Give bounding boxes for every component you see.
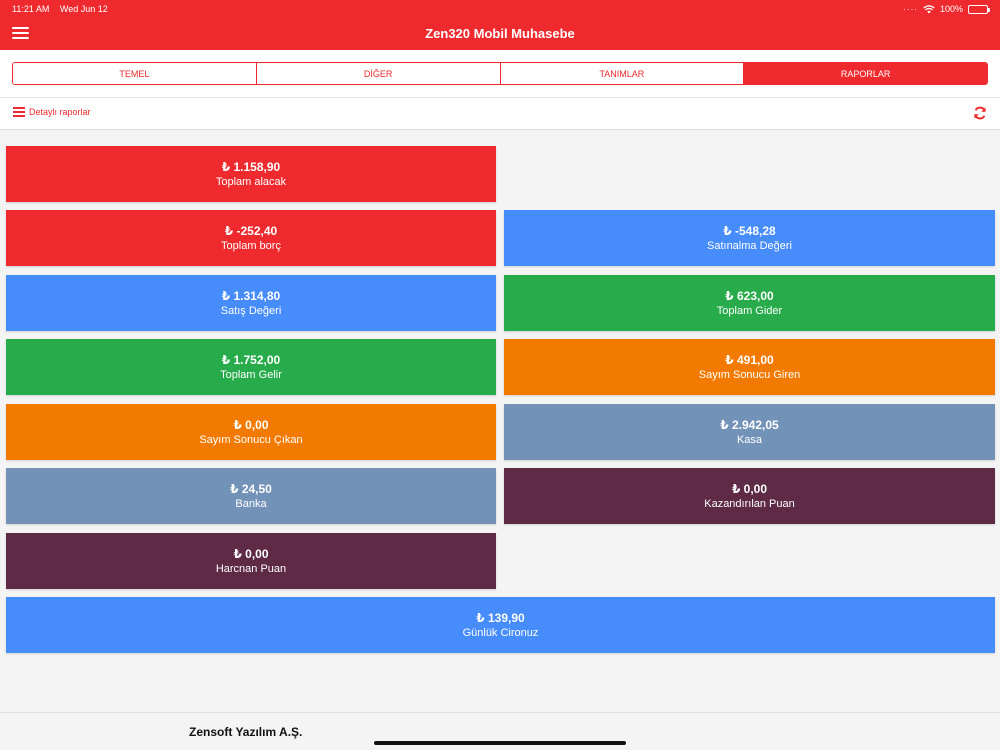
report-card-satinalma-degeri[interactable]: ₺ -548,28 Satınalma Değeri [504,210,995,266]
report-card-toplam-gider[interactable]: ₺ 623,00 Toplam Gider [504,275,995,331]
battery-icon [968,4,990,14]
card-value: ₺ 24,50 [230,481,272,496]
card-value: ₺ 0,00 [731,481,768,496]
card-value: ₺ 0,00 [233,417,269,432]
report-card-toplam-gelir[interactable]: ₺ 1.752,00 Toplam Gelir [6,339,496,395]
card-label: Satınalma Değeri [707,239,792,252]
card-value: ₺ 139,90 [476,610,525,625]
tab-tanimlar[interactable]: TANIMLAR [500,63,745,84]
footer: Zensoft Yazılım A.Ş. [0,712,1000,750]
card-label: Toplam Gider [716,304,783,317]
card-label: Toplam borç [221,239,281,252]
card-value: ₺ 0,00 [233,546,269,561]
card-label: Kasa [736,433,763,446]
tab-diger[interactable]: DİĞER [256,63,501,84]
segmented-tabs: TEMEL DİĞER TANIMLAR RAPORLAR [12,62,988,85]
card-label: Sayım Sonucu Giren [698,368,801,381]
card-label: Kazandırılan Puan [704,497,795,510]
report-card-kasa[interactable]: ₺ 2.942,05 Kasa [504,404,995,460]
status-right: ···· 100% [903,4,990,14]
toolbar: Detaylı raporlar [0,98,1000,130]
card-value: ₺ 1.752,00 [221,352,281,367]
report-card-sayim-sonucu-cikan[interactable]: ₺ 0,00 Sayım Sonucu Çıkan [6,404,496,460]
report-card-kazandirilan-puan[interactable]: ₺ 0,00 Kazandırılan Puan [504,468,995,524]
status-left: 11:21 AM Wed Jun 12 [12,4,116,14]
card-label: Satış Değeri [220,304,282,317]
report-card-gunluk-cironuz[interactable]: ₺ 139,90 Günlük Cironuz [6,597,995,653]
status-time: 11:21 AM [12,4,50,14]
report-card-sayim-sonucu-giren[interactable]: ₺ 491,00 Sayım Sonucu Giren [504,339,995,395]
tab-temel[interactable]: TEMEL [13,63,257,84]
card-label: Günlük Cironuz [462,626,539,639]
card-value: ₺ -548,28 [723,223,776,238]
signal-dots-icon: ···· [903,4,918,14]
status-bar: 11:21 AM Wed Jun 12 ···· 100% [0,0,1000,18]
report-card-banka[interactable]: ₺ 24,50 Banka [6,468,496,524]
report-card-harcnan-puan[interactable]: ₺ 0,00 Harcnan Puan [6,533,496,589]
card-label: Toplam alacak [215,175,287,188]
card-value: ₺ 1.314,80 [221,288,281,303]
report-card-toplam-alacak[interactable]: ₺ 1.158,90 Toplam alacak [6,146,496,202]
refresh-icon[interactable] [973,106,987,120]
detailed-reports-button[interactable]: Detaylı raporlar [13,107,91,117]
card-value: ₺ 491,00 [725,352,774,367]
card-value: ₺ -252,40 [224,223,278,238]
company-name: Zensoft Yazılım A.Ş. [189,725,303,739]
report-card-toplam-borc[interactable]: ₺ -252,40 Toplam borç [6,210,496,266]
card-label: Harcnan Puan [215,562,287,575]
home-indicator[interactable] [374,741,626,745]
status-date: Wed Jun 12 [59,4,108,14]
battery-percent: 100% [939,4,963,14]
wifi-icon [923,4,935,13]
card-label: Banka [235,497,267,510]
card-value: ₺ 623,00 [725,288,774,303]
card-label: Toplam Gelir [220,368,282,381]
page-title: Zen320 Mobil Muhasebe [425,26,575,41]
tab-raporlar[interactable]: RAPORLAR [744,63,987,84]
list-icon [13,107,25,117]
report-card-satis-degeri[interactable]: ₺ 1.314,80 Satış Değeri [6,275,496,331]
card-value: ₺ 2.942,05 [720,417,779,432]
detailed-reports-label: Detaylı raporlar [29,107,91,117]
card-label: Sayım Sonucu Çıkan [199,433,303,446]
app-header: 11:21 AM Wed Jun 12 ···· 100% Zen320 Mob… [0,0,1000,50]
tabs-row: TEMEL DİĞER TANIMLAR RAPORLAR [0,50,1000,98]
card-value: ₺ 1.158,90 [221,159,281,174]
